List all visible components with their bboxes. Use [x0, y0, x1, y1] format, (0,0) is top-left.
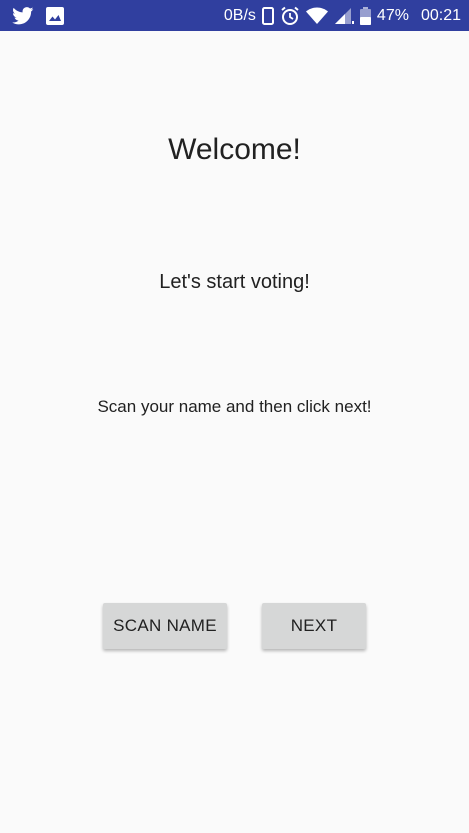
scan-name-button[interactable]: SCAN NAME [103, 603, 227, 649]
status-bar: 0B/s 47% 00:21 [0, 0, 469, 31]
wifi-icon [305, 7, 328, 25]
network-speed: 0B/s [223, 6, 256, 24]
notification-icons [12, 6, 64, 25]
battery-percent: 47% [376, 6, 409, 24]
next-button[interactable]: NEXT [262, 603, 366, 649]
voting-subtitle: Let's start voting! [159, 271, 310, 293]
clock: 00:21 [420, 6, 461, 24]
instruction-text: Scan your name and then click next! [97, 397, 372, 416]
system-status: 0B/s 47% 00:21 [224, 6, 461, 26]
alarm-icon [280, 6, 300, 26]
phone-icon [261, 6, 274, 25]
twitter-icon [12, 6, 34, 25]
image-icon [46, 6, 64, 25]
battery-icon [359, 6, 371, 25]
signal-icon [334, 7, 354, 25]
welcome-title: Welcome! [168, 133, 301, 166]
app-screen: 0B/s 47% 00:21 Welcome! Let's start voti… [0, 0, 469, 833]
